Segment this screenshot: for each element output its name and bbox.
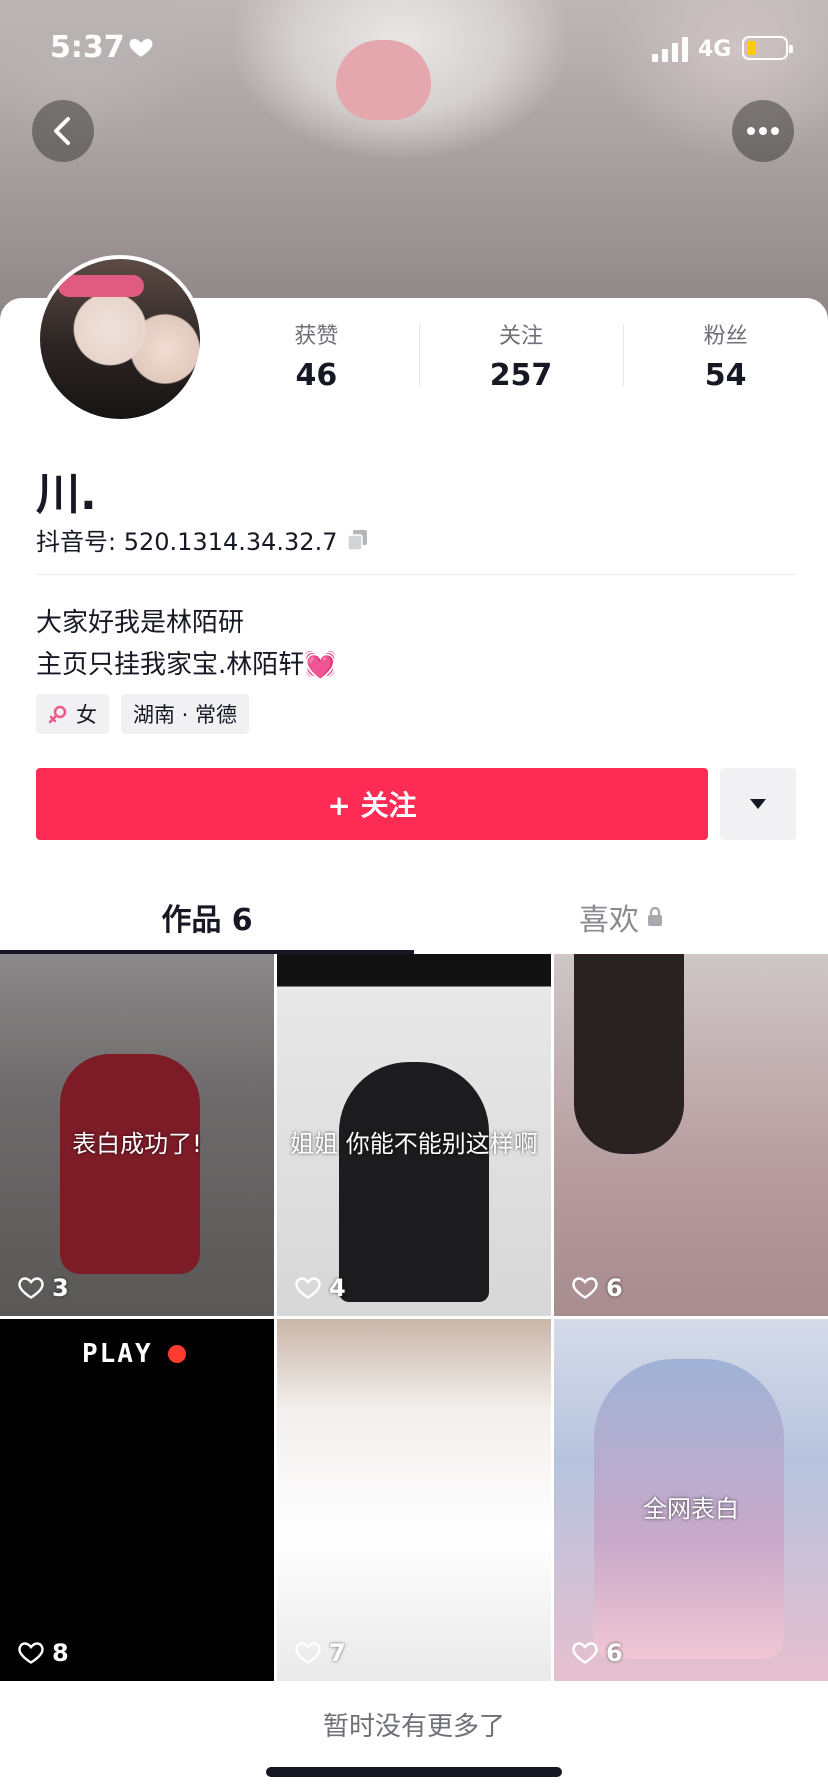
- heart-outline-icon: [572, 1642, 598, 1664]
- video-likes: 7: [295, 1639, 346, 1667]
- follow-button[interactable]: + 关注: [36, 768, 708, 840]
- video-like-count: 7: [329, 1639, 346, 1667]
- video-likes: 3: [18, 1274, 69, 1302]
- video-thumbnail[interactable]: 表白成功了! 3: [0, 954, 274, 1316]
- profile-stats: 获赞 46 关注 257 粉丝 54: [214, 318, 828, 398]
- caret-down-icon: [750, 799, 766, 809]
- back-button[interactable]: [32, 100, 94, 162]
- record-dot-icon: [168, 1345, 186, 1363]
- video-thumbnail[interactable]: 6: [554, 954, 828, 1316]
- video-like-count: 8: [52, 1639, 69, 1667]
- profile-tags: 女 湖南 · 常德: [36, 694, 250, 734]
- location-tag: 湖南 · 常德: [121, 694, 250, 734]
- follow-button-label: + 关注: [327, 789, 417, 822]
- video-like-count: 6: [606, 1274, 623, 1302]
- video-likes: 8: [18, 1639, 69, 1667]
- video-thumbnail[interactable]: 全网表白 6: [554, 1319, 828, 1681]
- stat-following[interactable]: 关注 257: [418, 318, 624, 398]
- female-icon: [48, 705, 67, 724]
- heart-outline-icon: [295, 1642, 321, 1664]
- gender-label: 女: [76, 703, 97, 727]
- gender-tag: 女: [36, 694, 109, 734]
- bio: 大家好我是林陌研 主页只挂我家宝.林陌轩💓: [36, 602, 337, 686]
- status-time: 5:37: [50, 30, 125, 65]
- bio-line: 大家好我是林陌研: [36, 608, 245, 638]
- more-options-dropdown[interactable]: [720, 768, 796, 840]
- no-more-content-text: 暂时没有更多了: [322, 1712, 505, 1742]
- chevron-left-icon: [54, 117, 70, 145]
- video-caption: 表白成功了!: [72, 1130, 202, 1158]
- heart-outline-icon: [572, 1277, 598, 1299]
- status-bar: 5:37 4G: [0, 0, 828, 98]
- tab-likes[interactable]: 喜欢: [414, 880, 828, 954]
- video-likes: 4: [295, 1274, 346, 1302]
- video-caption: 姐姐 你能不能别这样啊: [290, 1130, 538, 1158]
- stat-likes[interactable]: 获赞 46: [214, 318, 419, 398]
- tab-label: 作品 6: [161, 903, 253, 938]
- video-grid: 表白成功了! 3 姐姐 你能不能别这样啊 4 6 PLAY 8 7 全网表白 6: [0, 954, 828, 1682]
- stat-label: 获赞: [294, 324, 339, 349]
- more-dots-icon: [747, 127, 779, 135]
- douyin-id: 抖音号: 520.1314.34.32.7: [36, 528, 338, 556]
- stat-value: 54: [704, 358, 747, 393]
- video-likes: 6: [572, 1639, 623, 1667]
- stat-followers[interactable]: 粉丝 54: [623, 318, 828, 398]
- network-type: 4G: [698, 37, 732, 62]
- content-tabs: 作品 6 喜欢: [0, 880, 828, 954]
- copy-icon[interactable]: [347, 529, 369, 551]
- video-like-count: 4: [329, 1274, 346, 1302]
- stat-value: 46: [295, 358, 338, 393]
- signal-icon: [652, 37, 688, 62]
- lock-icon: [648, 907, 662, 926]
- avatar-flower-crown: [58, 275, 144, 297]
- tab-label: 喜欢: [579, 903, 639, 938]
- video-thumbnail[interactable]: 姐姐 你能不能别这样啊 4: [277, 954, 551, 1316]
- video-thumbnail[interactable]: PLAY 8: [0, 1319, 274, 1681]
- location-label: 湖南 · 常德: [133, 703, 238, 727]
- heart-outline-icon: [18, 1277, 44, 1299]
- video-like-count: 6: [606, 1639, 623, 1667]
- douyin-id-row: 抖音号: 520.1314.34.32.7: [36, 522, 369, 557]
- stat-value: 257: [489, 358, 553, 393]
- stat-label: 关注: [499, 324, 544, 349]
- video-caption: 全网表白: [643, 1495, 739, 1523]
- divider: [36, 574, 796, 575]
- heart-outline-icon: [18, 1642, 44, 1664]
- heart-status-icon: [129, 38, 153, 57]
- battery-icon: [742, 36, 793, 60]
- bio-line: 主页只挂我家宝.林陌轩💓: [36, 650, 337, 680]
- video-likes: 6: [572, 1274, 623, 1302]
- stat-label: 粉丝: [703, 324, 748, 349]
- nickname: 川.: [36, 469, 97, 520]
- tab-works[interactable]: 作品 6: [0, 880, 414, 954]
- video-thumbnail[interactable]: 7: [277, 1319, 551, 1681]
- video-like-count: 3: [52, 1274, 69, 1302]
- heart-outline-icon: [295, 1277, 321, 1299]
- home-indicator[interactable]: [266, 1767, 562, 1777]
- video-caption: PLAY: [82, 1339, 153, 1369]
- more-button[interactable]: [732, 100, 794, 162]
- avatar[interactable]: [36, 255, 204, 423]
